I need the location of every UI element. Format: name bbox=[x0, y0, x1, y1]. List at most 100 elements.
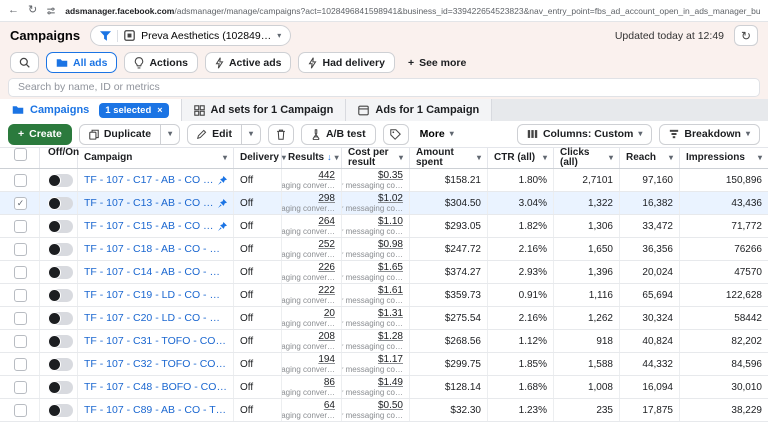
cost-value[interactable]: $1.17 bbox=[378, 354, 403, 366]
tab-adsets[interactable]: Ad sets for 1 Campaign bbox=[182, 99, 347, 121]
cost-value[interactable]: $1.02 bbox=[378, 193, 403, 205]
results-value[interactable]: 298 bbox=[318, 193, 335, 205]
row-checkbox[interactable] bbox=[14, 289, 27, 302]
row-checkbox[interactable] bbox=[14, 335, 27, 348]
row-checkbox[interactable] bbox=[14, 220, 27, 233]
campaign-link[interactable]: TF - 107 - C31 - TOFO - CO - DCTOC - TC7… bbox=[84, 335, 227, 347]
cost-value[interactable]: $1.61 bbox=[378, 285, 403, 297]
campaign-link[interactable]: TF - 107 - C48 - BOFO - CO - CAud - TC76… bbox=[84, 381, 227, 393]
campaign-toggle[interactable] bbox=[48, 243, 73, 256]
campaign-toggle[interactable] bbox=[48, 220, 73, 233]
refresh-icon[interactable]: ↻ bbox=[28, 5, 37, 16]
results-value[interactable]: 194 bbox=[318, 354, 335, 366]
campaign-toggle[interactable] bbox=[48, 174, 73, 187]
account-selector[interactable]: Preva Aesthetics (102849… ▾ bbox=[90, 25, 291, 46]
cost-value[interactable]: $0.50 bbox=[378, 400, 403, 412]
table-row[interactable]: TF - 107 - C20 - LD - CO - DCTOC - TC748… bbox=[0, 307, 768, 330]
row-checkbox[interactable] bbox=[14, 243, 27, 256]
header-amount-spent[interactable]: Amount spent▾ bbox=[410, 148, 488, 168]
header-delivery[interactable]: Delivery▾ bbox=[234, 148, 282, 168]
header-reach[interactable]: Reach▾ bbox=[620, 148, 680, 168]
table-row[interactable]: TF - 107 - C32 - TOFO - CO - ABO - TC760… bbox=[0, 353, 768, 376]
tab-campaigns[interactable]: Campaigns 1 selected × bbox=[0, 99, 182, 121]
address-bar[interactable]: adsmanager.facebook.com/adsmanager/manag… bbox=[65, 6, 760, 16]
campaign-toggle[interactable] bbox=[48, 381, 73, 394]
ab-test-button[interactable]: A/B test bbox=[301, 124, 376, 145]
campaign-toggle[interactable] bbox=[48, 312, 73, 325]
refresh-data-button[interactable]: ↻ bbox=[734, 25, 758, 46]
see-more-button[interactable]: + See more bbox=[402, 57, 472, 69]
search-input[interactable] bbox=[8, 78, 760, 97]
site-info-icon[interactable] bbox=[46, 6, 56, 16]
results-value[interactable]: 442 bbox=[318, 170, 335, 182]
cost-value[interactable]: $1.49 bbox=[378, 377, 403, 389]
breakdown-button[interactable]: Breakdown ▾ bbox=[659, 124, 760, 145]
row-checkbox[interactable] bbox=[14, 358, 27, 371]
table-row[interactable]: TF - 107 - C19 - LD - CO - CA Eng - TC74… bbox=[0, 284, 768, 307]
header-ctr[interactable]: CTR (all)▾ bbox=[488, 148, 554, 168]
duplicate-button[interactable]: Duplicate bbox=[79, 124, 161, 145]
header-results[interactable]: Results↓▾ bbox=[282, 148, 342, 168]
filter-chip-active-ads[interactable]: Active ads bbox=[205, 52, 292, 73]
header-impressions[interactable]: Impressions▾ bbox=[680, 148, 768, 168]
filter-chip-had-delivery[interactable]: Had delivery bbox=[298, 52, 394, 73]
duplicate-dropdown-button[interactable]: ▾ bbox=[161, 124, 180, 145]
row-checkbox[interactable]: ✓ bbox=[14, 197, 27, 210]
edit-dropdown-button[interactable]: ▾ bbox=[242, 124, 261, 145]
header-campaign[interactable]: Campaign▾ bbox=[78, 148, 234, 168]
campaign-link[interactable]: TF - 107 - C20 - LD - CO - DCTOC - TC748 bbox=[84, 312, 227, 324]
results-value[interactable]: 64 bbox=[324, 400, 335, 412]
back-icon[interactable]: ← bbox=[8, 5, 19, 16]
table-row[interactable]: TF - 107 - C15 - AB - CO - ABO - TC740 O… bbox=[0, 215, 768, 238]
results-value[interactable]: 86 bbox=[324, 377, 335, 389]
campaign-link[interactable]: TF - 107 - C13 - AB - CO - DCTOC - TC738 bbox=[84, 197, 214, 209]
filter-chip-all-ads[interactable]: All ads bbox=[46, 52, 117, 73]
tag-button[interactable] bbox=[383, 124, 409, 145]
campaign-link[interactable]: TF - 107 - C89 - AB - CO - TF847 bbox=[84, 404, 227, 416]
filter-chip-actions[interactable]: Actions bbox=[124, 52, 198, 73]
columns-button[interactable]: Columns: Custom ▾ bbox=[517, 124, 652, 145]
results-value[interactable]: 252 bbox=[318, 239, 335, 251]
row-checkbox[interactable] bbox=[14, 381, 27, 394]
results-value[interactable]: 222 bbox=[318, 285, 335, 297]
campaign-link[interactable]: TF - 107 - C19 - LD - CO - CA Eng - TC74… bbox=[84, 289, 227, 301]
cost-value[interactable]: $0.35 bbox=[378, 170, 403, 182]
row-checkbox[interactable] bbox=[14, 404, 27, 417]
cost-value[interactable]: $1.10 bbox=[378, 216, 403, 228]
table-row[interactable]: TF - 107 - C18 - AB - CO - CA Eng - TC74… bbox=[0, 238, 768, 261]
create-button[interactable]: + Create bbox=[8, 124, 72, 145]
select-all-checkbox[interactable] bbox=[14, 148, 27, 161]
table-row[interactable]: TF - 107 - C31 - TOFO - CO - DCTOC - TC7… bbox=[0, 330, 768, 353]
campaign-link[interactable]: TF - 107 - C14 - AB - CO - DCTOC - TC739 bbox=[84, 266, 227, 278]
selected-count-badge[interactable]: 1 selected × bbox=[99, 103, 168, 118]
campaign-toggle[interactable] bbox=[48, 197, 73, 210]
search-button[interactable] bbox=[10, 52, 39, 73]
row-checkbox[interactable] bbox=[14, 174, 27, 187]
row-checkbox[interactable] bbox=[14, 312, 27, 325]
header-cost-per-result[interactable]: Cost per result▾ bbox=[342, 148, 410, 168]
campaign-link[interactable]: TF - 107 - C18 - AB - CO - CA Eng - TC74… bbox=[84, 243, 227, 255]
cost-value[interactable]: $0.98 bbox=[378, 239, 403, 251]
campaign-toggle[interactable] bbox=[48, 266, 73, 279]
row-checkbox[interactable] bbox=[14, 266, 27, 279]
tab-ads[interactable]: Ads for 1 Campaign bbox=[346, 99, 492, 121]
campaign-toggle[interactable] bbox=[48, 358, 73, 371]
table-row[interactable]: TF - 107 - C14 - AB - CO - DCTOC - TC739… bbox=[0, 261, 768, 284]
results-value[interactable]: 208 bbox=[318, 331, 335, 343]
header-clicks[interactable]: Clicks (all)▾ bbox=[554, 148, 620, 168]
results-value[interactable]: 264 bbox=[318, 216, 335, 228]
cost-value[interactable]: $1.31 bbox=[378, 308, 403, 320]
more-button[interactable]: More ▾ bbox=[416, 128, 458, 140]
clear-selection-icon[interactable]: × bbox=[157, 105, 162, 115]
cost-value[interactable]: $1.28 bbox=[378, 331, 403, 343]
campaign-toggle[interactable] bbox=[48, 335, 73, 348]
campaign-toggle[interactable] bbox=[48, 404, 73, 417]
results-value[interactable]: 20 bbox=[324, 308, 335, 320]
campaign-link[interactable]: TF - 107 - C15 - AB - CO - ABO - TC740 bbox=[84, 220, 214, 232]
results-value[interactable]: 226 bbox=[318, 262, 335, 274]
delete-button[interactable] bbox=[268, 124, 294, 145]
campaign-toggle[interactable] bbox=[48, 289, 73, 302]
campaign-link[interactable]: TF - 107 - C17 - AB - CO - Lookalike 2% … bbox=[84, 174, 214, 186]
table-row[interactable]: TF - 107 - C48 - BOFO - CO - CAud - TC76… bbox=[0, 376, 768, 399]
campaign-link[interactable]: TF - 107 - C32 - TOFO - CO - ABO - TC760 bbox=[84, 358, 227, 370]
